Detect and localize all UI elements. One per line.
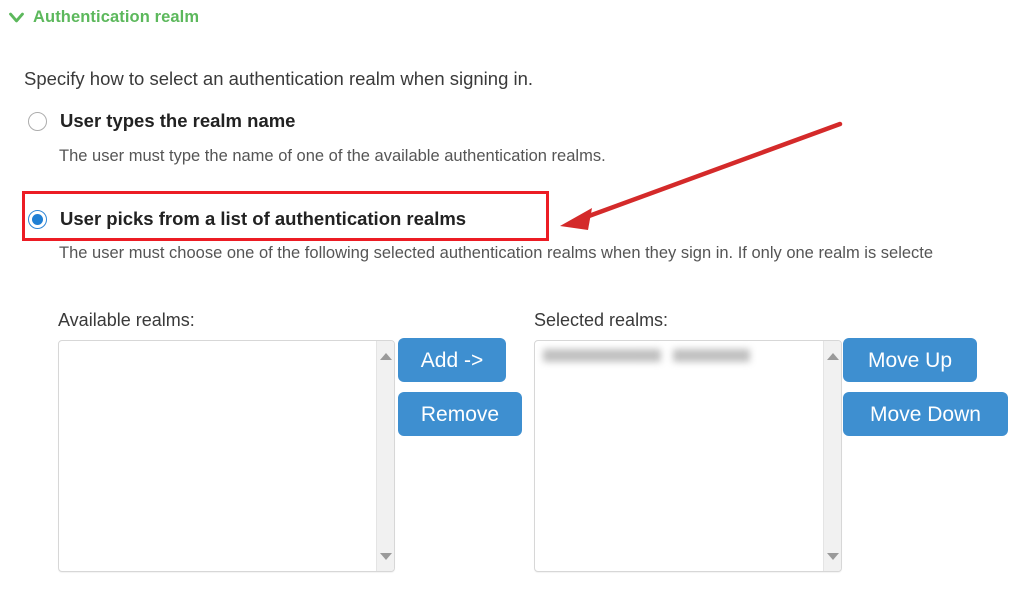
radio-option-user-types-realm-name[interactable]: User types the realm name The user must … <box>28 110 606 166</box>
remove-button[interactable]: Remove <box>398 392 522 436</box>
redacted-text-block <box>543 349 661 362</box>
scroll-down-arrow-icon[interactable] <box>377 547 394 565</box>
add-button[interactable]: Add -> <box>398 338 506 382</box>
list-item[interactable] <box>543 349 815 362</box>
radio-user-types-realm-name[interactable] <box>28 111 47 131</box>
move-up-button[interactable]: Move Up <box>843 338 977 382</box>
radio-option-user-picks-from-list[interactable]: User picks from a list of authentication… <box>28 208 933 263</box>
redacted-text-block <box>673 349 750 362</box>
scroll-down-arrow-icon[interactable] <box>824 547 841 565</box>
selected-realms-scrollbar[interactable] <box>823 341 841 571</box>
scroll-up-arrow-icon[interactable] <box>824 347 841 365</box>
authentication-realm-settings-panel: Authentication realm Specify how to sele… <box>0 0 1024 591</box>
radio-description-user-picks-from-list: The user must choose one of the followin… <box>59 244 934 262</box>
selected-realms-listbox[interactable] <box>534 340 842 572</box>
scroll-up-arrow-icon[interactable] <box>377 347 394 365</box>
chevron-down-icon <box>8 9 25 26</box>
available-realms-label: Available realms: <box>58 310 195 330</box>
intro-text: Specify how to select an authentication … <box>24 68 534 89</box>
radio-description-user-types-realm-name: The user must type the name of one of th… <box>59 147 606 165</box>
radio-user-picks-from-list[interactable] <box>28 209 47 229</box>
radio-label-user-types-realm-name: User types the realm name <box>60 110 296 131</box>
available-realms-scrollbar[interactable] <box>376 341 394 571</box>
selected-realms-items[interactable] <box>535 341 823 571</box>
radio-option-row[interactable]: User picks from a list of authentication… <box>28 208 933 230</box>
available-realms-listbox[interactable] <box>58 340 395 572</box>
section-header-authentication-realm[interactable]: Authentication realm <box>8 8 199 27</box>
available-realms-items[interactable] <box>59 341 376 571</box>
radio-option-row[interactable]: User types the realm name <box>28 110 606 132</box>
section-title: Authentication realm <box>33 8 200 26</box>
radio-label-user-picks-from-list: User picks from a list of authentication… <box>60 208 467 229</box>
selected-realms-label: Selected realms: <box>534 310 669 330</box>
move-down-button[interactable]: Move Down <box>843 392 1008 436</box>
